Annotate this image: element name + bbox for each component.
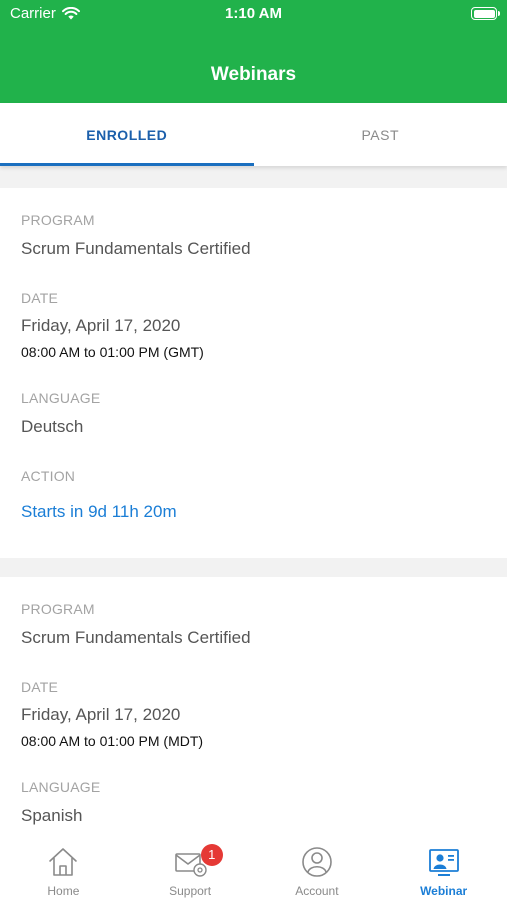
tab-indicator (0, 163, 254, 166)
segment-tabs: ENROLLED PAST (0, 103, 507, 166)
tab-past[interactable]: PAST (254, 103, 507, 166)
webinar-icon (428, 849, 459, 876)
user-icon (302, 847, 332, 877)
app-header: Carrier 1:10 AM Webinars (0, 0, 507, 103)
countdown-link[interactable]: Starts in 9d 11h 20m (21, 502, 177, 522)
tab-enrolled[interactable]: ENROLLED (0, 103, 254, 166)
date-label: DATE (21, 679, 59, 695)
time-value: 08:00 AM to 01:00 PM (GMT) (21, 344, 204, 360)
tabbar-label: Account (295, 884, 339, 898)
page-title: Webinars (210, 64, 297, 85)
notification-badge: 1 (200, 844, 223, 866)
action-label: ACTION (21, 468, 76, 484)
program-label: PROGRAM (21, 601, 95, 617)
bottom-tab-bar: Home 1 Support Account Webinar (0, 838, 507, 900)
tabbar-label: Home (47, 884, 80, 898)
language-value: Spanish (21, 806, 83, 825)
program-value: Scrum Fundamentals Certified (21, 628, 251, 647)
tabbar-account[interactable]: Account (254, 838, 381, 900)
date-label: DATE (21, 290, 59, 306)
tabbar-support[interactable]: 1 Support (127, 838, 254, 900)
battery-icon (471, 7, 500, 20)
date-value: Friday, April 17, 2020 (21, 316, 181, 335)
date-value: Friday, April 17, 2020 (21, 705, 181, 724)
time-value: 08:00 AM to 01:00 PM (MDT) (21, 733, 204, 749)
tabbar-home[interactable]: Home (0, 838, 127, 900)
home-icon (49, 848, 78, 876)
webinar-list[interactable]: PROGRAM Scrum Fundamentals Certified DAT… (0, 166, 507, 838)
language-value: Deutsch (21, 417, 84, 436)
status-time: 1:10 AM (225, 5, 282, 22)
program-value: Scrum Fundamentals Certified (21, 239, 251, 258)
tabbar-label: Support (169, 884, 212, 898)
tabbar-webinar[interactable]: Webinar (380, 838, 507, 900)
webinar-card: PROGRAM Scrum Fundamentals Certified DAT… (0, 188, 507, 558)
status-bar: Carrier 1:10 AM (0, 0, 507, 28)
webinar-card: PROGRAM Scrum Fundamentals Certified DAT… (0, 577, 507, 838)
language-label: LANGUAGE (21, 390, 101, 406)
program-label: PROGRAM (21, 212, 95, 228)
tabbar-label: Webinar (420, 884, 468, 898)
language-label: LANGUAGE (21, 779, 101, 795)
